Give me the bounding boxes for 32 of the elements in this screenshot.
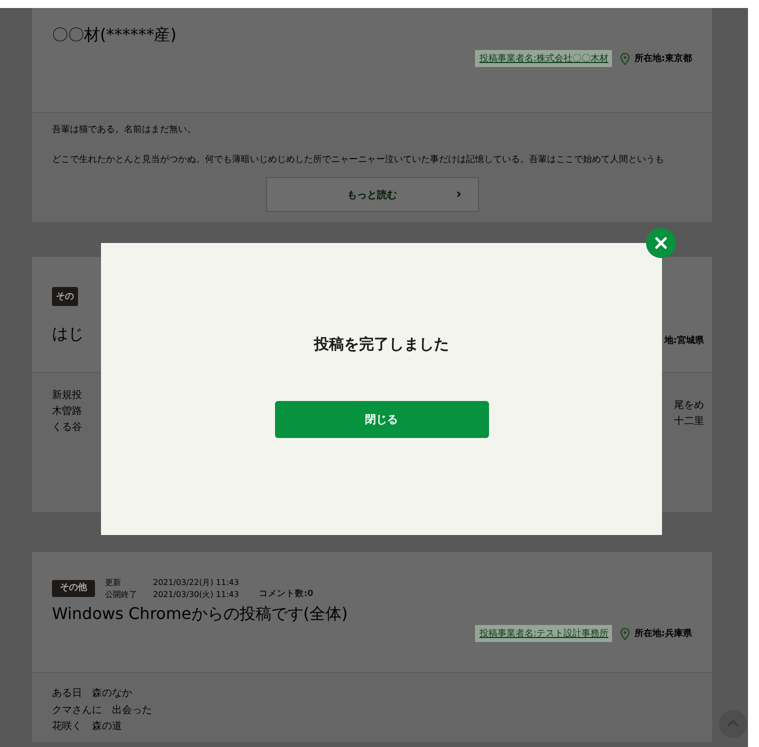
body-text: 木曽路 bbox=[52, 404, 83, 419]
location-label: 所在地:東京都 bbox=[620, 52, 692, 65]
body-text: どこで生れたかとんと見当がつかぬ。何でも薄暗いじめじめした所でニャーニャー泣いていた事だけは記憶している。吾輩はここで始めて人間というも bbox=[52, 154, 665, 166]
ends-date: 2021/03/30(火) 11:43 bbox=[153, 589, 239, 600]
updated-label: 更新 bbox=[105, 577, 122, 588]
category-badge: その bbox=[52, 287, 78, 306]
post-title: はじ bbox=[52, 324, 85, 345]
chevron-icon: › bbox=[456, 186, 462, 202]
body-text: クマさんに 出会った bbox=[52, 704, 153, 718]
modal-message: 投稿を完了しました bbox=[314, 335, 449, 354]
company-link[interactable]: 投稿事業者名:株式会社〇〇木材 bbox=[475, 50, 612, 67]
map-pin-icon bbox=[620, 628, 630, 640]
body-text: 十二里 bbox=[674, 414, 704, 429]
close-icon[interactable] bbox=[646, 228, 676, 258]
location-label: 地:宮城県 bbox=[664, 334, 704, 347]
read-more-button[interactable]: もっと読む › bbox=[266, 177, 478, 212]
map-pin-icon bbox=[620, 52, 630, 64]
category-badge: その他 bbox=[52, 580, 95, 597]
updated-date: 2021/03/22(月) 11:43 bbox=[153, 577, 239, 588]
body-text: 吾輩は猫である。名前はまだ無い。 bbox=[52, 124, 197, 136]
location-label: 所在地:兵庫県 bbox=[620, 627, 692, 640]
post-title: 〇〇材(******産) bbox=[52, 25, 178, 46]
body-text: くる谷 bbox=[52, 421, 83, 435]
body-text: 新規投 bbox=[52, 388, 83, 403]
body-text: ある日 森のなか bbox=[52, 686, 133, 701]
body-text: 花咲く 森の道 bbox=[52, 720, 123, 734]
company-link[interactable]: 投稿事業者名:テスト設計事務所 bbox=[475, 625, 612, 642]
post-title: Windows Chromeからの投稿です(全体) bbox=[52, 604, 349, 625]
body-text: 尾をめ bbox=[674, 399, 704, 413]
close-button[interactable]: 閉じる bbox=[274, 401, 488, 438]
comment-count: コメント数:0 bbox=[258, 589, 314, 600]
ends-label: 公開終了 bbox=[105, 589, 137, 600]
